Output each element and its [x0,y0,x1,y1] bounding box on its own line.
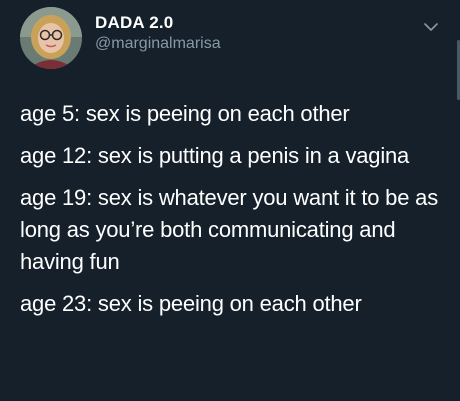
tweet-line: age 23: sex is peeing on each other [20,291,362,316]
user-handle[interactable]: @marginalmarisa [95,34,221,54]
tweet-line: age 12: sex is putting a penis in a vagi… [20,143,410,168]
tweet-author: DADA 2.0 @marginalmarisa [95,13,221,54]
tweet-card: DADA 2.0 @marginalmarisa age 5: sex is p… [0,0,460,401]
tweet-line: age 5: sex is peeing on each other [20,101,350,126]
avatar[interactable] [20,7,82,69]
chevron-down-icon [424,23,438,31]
profile-photo-icon [20,7,82,69]
tweet-menu-button[interactable] [423,20,439,32]
tweet-line: age 19: sex is whatever you want it to b… [20,185,438,274]
display-name[interactable]: DADA 2.0 [95,13,221,33]
tweet-text: age 5: sex is peeing on each other age 1… [20,98,440,330]
